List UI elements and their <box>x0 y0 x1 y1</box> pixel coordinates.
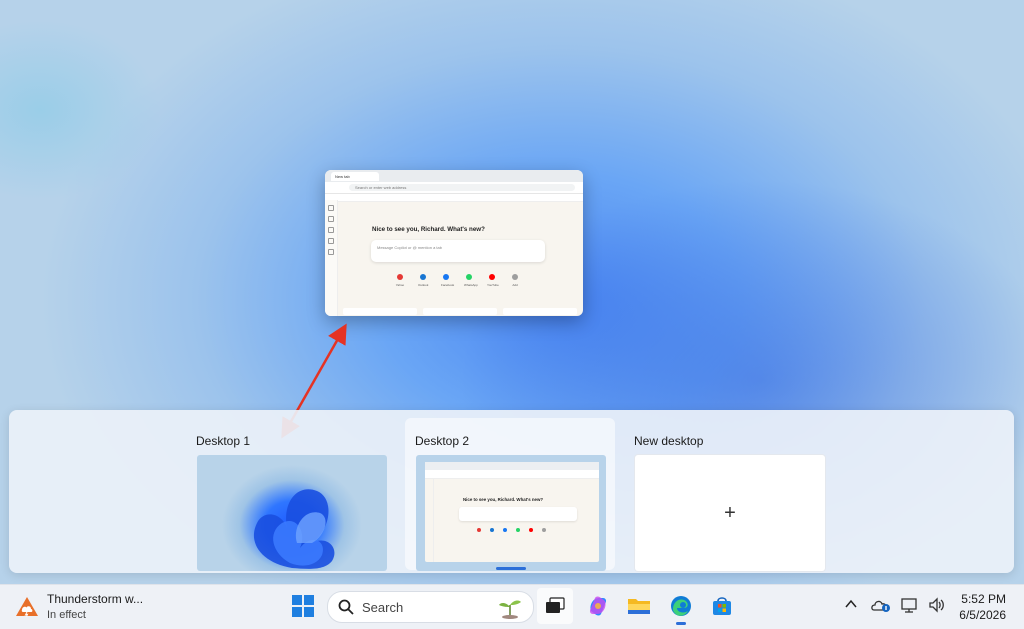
outlook-icon <box>420 274 426 280</box>
footer-tabs <box>337 306 583 316</box>
search-icon <box>338 599 354 615</box>
quick-link[interactable]: Add <box>510 274 520 287</box>
copilot-placeholder: Message Copilot or @ mention a tab <box>377 245 442 250</box>
active-desktop-indicator <box>496 567 526 570</box>
quick-link[interactable]: Yahoo <box>395 274 405 287</box>
search-highlight-plant-icon <box>499 600 521 619</box>
onedrive-status-icon[interactable] <box>871 597 891 613</box>
copilot-input-thumbnail <box>459 507 577 521</box>
youtube-icon <box>489 274 495 280</box>
greeting-text: Nice to see you, Richard. What's new? <box>372 226 485 233</box>
facebook-icon <box>503 528 507 532</box>
start-button[interactable] <box>285 588 321 624</box>
edge-sidebar <box>325 200 338 316</box>
quick-link[interactable]: YouTube <box>487 274 499 287</box>
desktop-thumbnail[interactable]: Nice to see you, Richard. What's new? <box>416 455 606 571</box>
address-bar: Search or enter web address <box>325 182 583 194</box>
volume-icon[interactable] <box>928 597 946 613</box>
task-view-panel: Desktop 1 Desktop 2 Nice to see you, Ric… <box>9 410 1014 573</box>
sidebar-icon[interactable] <box>328 249 334 255</box>
outlook-icon <box>490 528 494 532</box>
quick-link[interactable]: Facebook <box>441 274 454 287</box>
footer-tab[interactable] <box>503 307 577 315</box>
new-desktop-button[interactable]: + <box>635 455 825 571</box>
new-desktop[interactable]: New desktop + <box>634 418 844 571</box>
weather-widget[interactable]: Thunderstorm w... In effect <box>15 592 143 621</box>
greeting-text: Nice to see you, Richard. What's new? <box>463 497 544 502</box>
clock-time: 5:52 PM <box>961 592 1006 606</box>
sidebar-icon[interactable] <box>328 205 334 211</box>
desktop-label: Desktop 1 <box>196 434 251 448</box>
yahoo-icon <box>397 274 403 280</box>
footer-tab[interactable] <box>423 307 497 315</box>
start-icon <box>292 595 314 617</box>
copilot-button[interactable] <box>580 588 616 624</box>
copilot-input[interactable]: Message Copilot or @ mention a tab <box>371 240 545 262</box>
facebook-icon <box>443 274 449 280</box>
footer-tab[interactable] <box>343 307 417 315</box>
whatsapp-icon <box>516 528 520 532</box>
tab-new[interactable]: New tab <box>331 171 379 181</box>
network-display-icon[interactable] <box>900 597 920 613</box>
windows-bloom-icon <box>253 489 335 569</box>
search-box[interactable]: Search <box>327 591 534 623</box>
task-view-icon <box>546 597 565 613</box>
weather-title: Thunderstorm w... <box>47 592 144 606</box>
file-explorer-icon <box>628 599 650 614</box>
weather-subtitle: In effect <box>47 609 86 621</box>
quick-links-thumbnail <box>477 528 546 532</box>
yahoo-icon <box>477 528 481 532</box>
add-icon <box>542 528 546 532</box>
add-icon <box>512 274 518 280</box>
storm-warning-icon <box>16 596 38 617</box>
taskbar: Thunderstorm w... In effect Search 5:52 … <box>0 584 1024 629</box>
sidebar-icon[interactable] <box>328 216 334 222</box>
store-icon <box>713 597 731 615</box>
store-button[interactable] <box>704 588 740 624</box>
search-label: Search <box>362 599 404 615</box>
chevron-up-icon[interactable] <box>845 597 857 611</box>
favorites-bar <box>325 194 583 202</box>
copilot-icon <box>589 596 607 616</box>
edge-window-preview[interactable]: New tab Search or enter web address Nice… <box>325 170 583 316</box>
quick-links: Yahoo Outlook Facebook WhatsApp YouTube … <box>395 274 520 287</box>
tab-bar: New tab <box>325 170 583 182</box>
quick-link[interactable]: Outlook <box>418 274 428 287</box>
desktop-2[interactable]: Desktop 2 Nice to see you, Richard. What… <box>405 418 615 571</box>
sidebar-icon[interactable] <box>328 227 334 233</box>
task-view-button[interactable] <box>537 588 573 624</box>
clock[interactable]: 5:52 PM 6/5/2026 <box>959 591 1006 623</box>
edge-running-indicator <box>676 622 686 625</box>
sidebar-icon[interactable] <box>328 238 334 244</box>
youtube-icon <box>529 528 533 532</box>
file-explorer-button[interactable] <box>621 588 657 624</box>
edge-window-thumbnail: Nice to see you, Richard. What's new? <box>425 462 599 562</box>
whatsapp-icon <box>466 274 472 280</box>
desktop-1[interactable]: Desktop 1 <box>196 418 406 571</box>
quick-link[interactable]: WhatsApp <box>464 274 478 287</box>
desktop-thumbnail[interactable] <box>197 455 387 571</box>
edge-icon <box>671 596 691 616</box>
address-input[interactable]: Search or enter web address <box>349 184 575 191</box>
clock-date: 6/5/2026 <box>959 608 1006 622</box>
desktop-label: Desktop 2 <box>415 434 470 448</box>
desktop-label: New desktop <box>634 434 704 448</box>
edge-button[interactable] <box>663 588 699 624</box>
plus-icon: + <box>724 502 736 524</box>
